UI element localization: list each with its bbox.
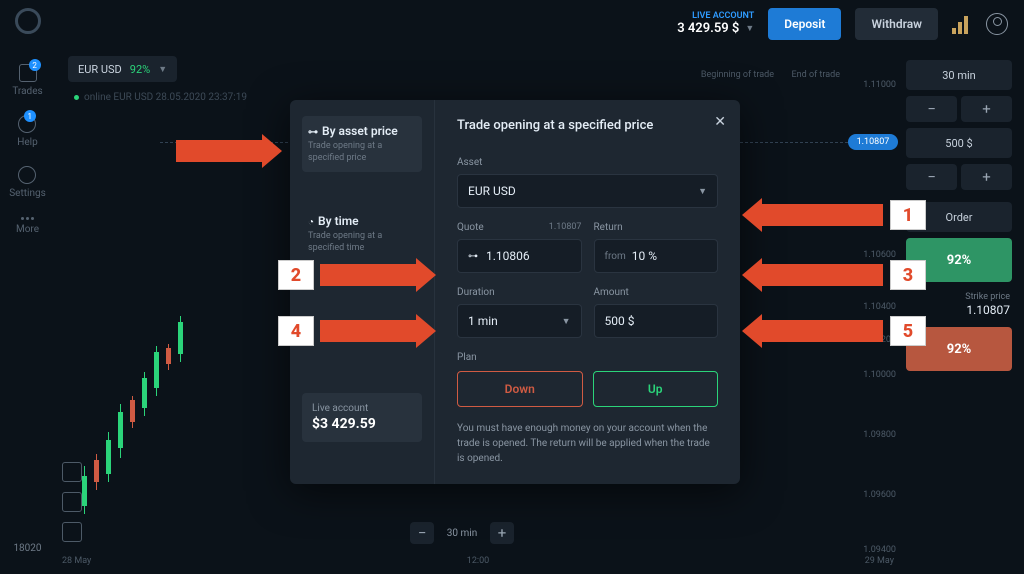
price-icon: ⊶	[468, 251, 478, 262]
annotation-4: 4	[278, 316, 314, 346]
plan-down-button[interactable]: Down	[457, 371, 583, 407]
asset-label: Asset	[457, 157, 718, 168]
chevron-down-icon: ▼	[698, 186, 707, 197]
drawing-icon[interactable]	[62, 492, 82, 512]
close-icon[interactable]: ✕	[714, 114, 726, 130]
annotation-3: 3	[890, 260, 926, 290]
sidebar-item-label: Help	[17, 137, 37, 148]
annotation-arrow	[176, 140, 266, 162]
tab-by-asset-price[interactable]: ⊶By asset price Trade opening at a speci…	[302, 116, 422, 172]
amount-select[interactable]: 500 $	[906, 128, 1012, 158]
asset-name: EUR USD	[78, 63, 122, 76]
sidebar-item-label: More	[16, 224, 39, 235]
x-axis: 28 May 12:00 29 May	[62, 556, 894, 566]
duration-select[interactable]: 1 min▼	[457, 304, 582, 338]
amount-label: Amount	[594, 287, 719, 298]
timeframe-control: − 30 min +	[410, 522, 514, 544]
amount-minus-button[interactable]: −	[906, 164, 957, 190]
y-tick: 1.10400	[863, 302, 896, 312]
y-tick: 1.09600	[863, 490, 896, 500]
sidebar-item-trades[interactable]: 2 Trades	[12, 64, 42, 97]
duration-select[interactable]: 30 min	[906, 60, 1012, 90]
amount-input[interactable]: 500 $	[594, 304, 719, 338]
modal-sidebar: ⊶By asset price Trade opening at a speci…	[290, 100, 435, 484]
duration-label: Duration	[457, 287, 582, 298]
sidebar-item-settings[interactable]: Settings	[9, 166, 46, 199]
chevron-down-icon: ▼	[562, 316, 571, 327]
annotation-arrow	[758, 264, 883, 286]
sidebar-item-more[interactable]: More	[16, 217, 39, 235]
order-modal: ⊶By asset price Trade opening at a speci…	[290, 100, 740, 484]
sidebar-item-help[interactable]: 1 Help	[17, 115, 37, 148]
app-logo	[15, 8, 41, 34]
header: LIVE ACCOUNT 3 429.59 $ ▼ Deposit Withdr…	[661, 0, 1024, 48]
asset-select[interactable]: EUR USD▼	[457, 174, 718, 208]
y-tick: 1.10000	[863, 370, 896, 380]
withdraw-button[interactable]: Withdraw	[855, 8, 938, 40]
y-tick: 1.09800	[863, 430, 896, 440]
duration-minus-button[interactable]: −	[906, 96, 957, 122]
y-tick: 1.10600	[863, 250, 896, 260]
indicators-icon[interactable]	[62, 462, 82, 482]
profile-icon[interactable]	[986, 13, 1008, 35]
asset-payout: 92%	[130, 63, 150, 76]
annotation-arrow	[320, 264, 420, 286]
clock-icon: ◔	[308, 217, 314, 228]
badge: 1	[24, 110, 36, 122]
account-display[interactable]: LIVE ACCOUNT 3 429.59 $ ▼	[677, 11, 754, 36]
chevron-down-icon: ▼	[158, 64, 167, 75]
modal-body: Trade opening at a specified price ✕ Ass…	[435, 100, 740, 484]
tier-icon[interactable]	[952, 14, 972, 34]
beginning-of-trade-label: Beginning of trade	[701, 70, 774, 80]
return-label: Return	[594, 222, 719, 233]
gear-icon	[18, 166, 36, 184]
annotation-arrow	[320, 320, 420, 342]
live-account-box: Live account $3 429.59	[302, 393, 422, 442]
dots-icon	[21, 217, 34, 220]
multichart-icon[interactable]	[62, 522, 82, 542]
status-line: online EUR USD 28.05.2020 23:37:19	[74, 92, 247, 103]
quote-input[interactable]: ⊶ 1.10806	[457, 239, 582, 273]
annotation-arrow	[758, 320, 883, 342]
y-tick: 1.11000	[863, 80, 896, 90]
current-price-tag: 1.10807	[848, 134, 898, 150]
badge: 2	[29, 59, 41, 71]
deposit-button[interactable]: Deposit	[768, 8, 841, 40]
sidebar: 2 Trades 1 Help Settings More 18020	[0, 0, 55, 574]
annotation-arrow	[758, 204, 883, 226]
timeframe-label: 30 min	[440, 528, 484, 539]
return-input[interactable]: from10 %	[594, 239, 719, 273]
zoom-in-button[interactable]: +	[490, 522, 514, 544]
price-icon: ⊶	[308, 127, 318, 138]
sidebar-item-label: Settings	[9, 188, 46, 199]
annotation-5: 5	[890, 316, 926, 346]
sidebar-counter: 18020	[13, 543, 41, 554]
chart-tools	[62, 462, 82, 542]
quote-hint: 1.10807	[549, 222, 582, 232]
modal-title: Trade opening at a specified price	[457, 118, 718, 133]
end-of-trade-label: End of trade	[792, 70, 840, 80]
modal-note: You must have enough money on your accou…	[457, 421, 718, 466]
duration-plus-button[interactable]: +	[961, 96, 1012, 122]
asset-selector[interactable]: EUR USD 92% ▼	[68, 56, 177, 82]
zoom-out-button[interactable]: −	[410, 522, 434, 544]
quote-label: Quote 1.10807	[457, 222, 582, 233]
tab-by-time[interactable]: ◔By time Trade opening at a specified ti…	[302, 206, 422, 262]
amount-plus-button[interactable]: +	[961, 164, 1012, 190]
plan-up-button[interactable]: Up	[593, 371, 719, 407]
chevron-down-icon: ▼	[745, 24, 754, 34]
plan-label: Plan	[457, 352, 718, 363]
annotation-2: 2	[278, 260, 314, 290]
y-tick: 1.09400	[863, 545, 896, 555]
account-balance: 3 429.59 $	[677, 22, 739, 37]
annotation-1: 1	[890, 200, 926, 230]
sidebar-item-label: Trades	[12, 86, 42, 97]
